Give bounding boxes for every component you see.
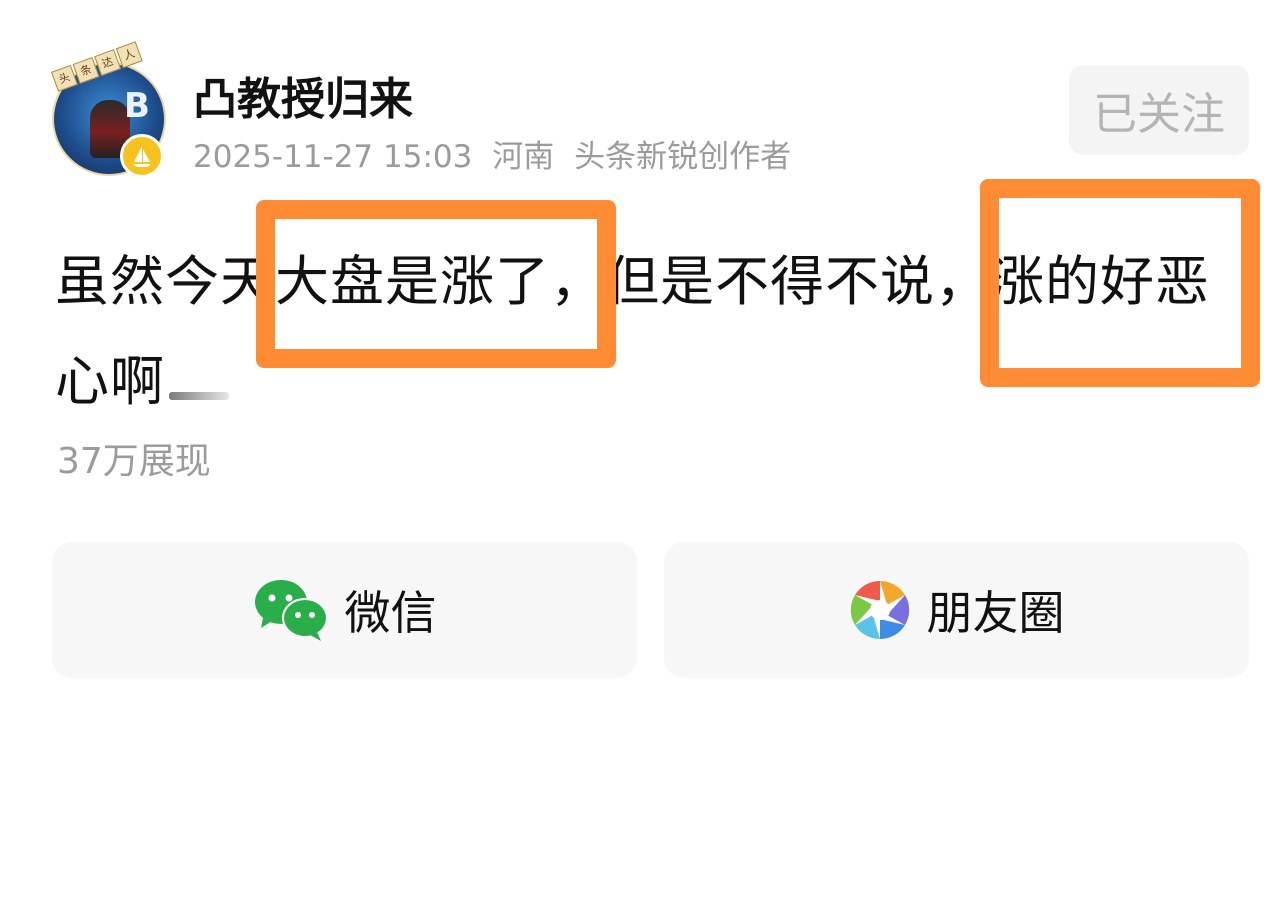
post-segment: 但是不得不说，: [605, 250, 990, 313]
author-name[interactable]: 凸教授归来: [193, 72, 413, 128]
sailboat-icon: [120, 134, 164, 178]
view-count: 37万展现: [57, 441, 211, 482]
post-meta: 2025-11-27 15:03 河南 头条新锐创作者: [193, 138, 791, 176]
post-datetime: 2025-11-27 15:03: [193, 139, 473, 175]
wechat-icon: [254, 580, 328, 641]
avatar-letters: B: [124, 86, 150, 126]
post-segment: 虽然今天: [55, 250, 275, 313]
highlight-box: [980, 179, 1260, 387]
share-moments-label: 朋友圈: [926, 586, 1065, 640]
creator-tag: 头条新锐创作者: [574, 139, 792, 175]
share-wechat-label: 微信: [344, 586, 437, 640]
highlight-box: [256, 200, 616, 368]
share-wechat-button[interactable]: 微信: [52, 542, 637, 678]
post-segment: 心啊: [55, 350, 165, 413]
smudge-mark: [169, 392, 229, 400]
avatar-sign: 头 条 达 人: [50, 41, 143, 92]
post-location: 河南: [492, 139, 555, 175]
share-moments-button[interactable]: 朋友圈: [664, 542, 1249, 678]
avatar-sign-char: 人: [115, 41, 143, 69]
moments-aperture-icon: [850, 580, 909, 640]
follow-button[interactable]: 已关注: [1069, 65, 1249, 155]
